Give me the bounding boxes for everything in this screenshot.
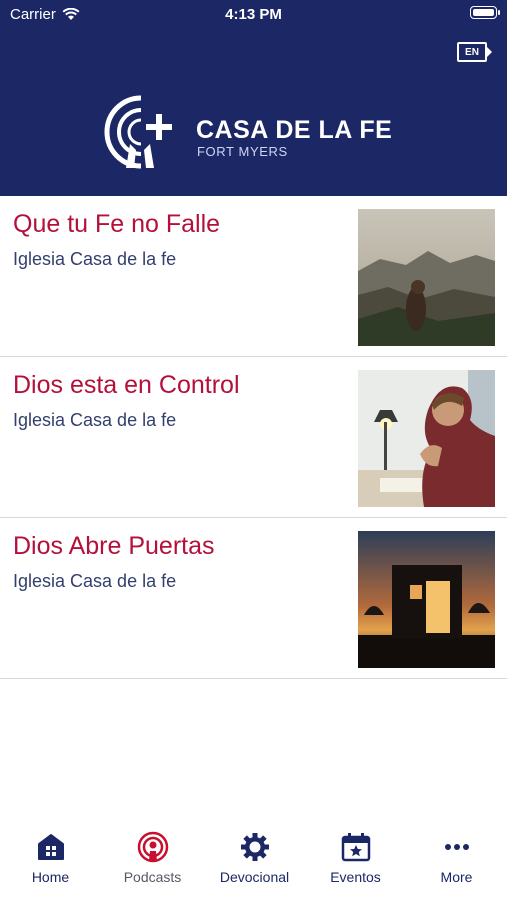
- more-dots-icon: [441, 831, 473, 863]
- status-time: 4:13 PM: [225, 6, 282, 23]
- status-bar: Carrier 4:13 PM: [0, 0, 507, 28]
- podcast-title: Que tu Fe no Falle: [13, 210, 221, 238]
- app-header: Carrier 4:13 PM EN CASA DE LA FE FORT MY…: [0, 0, 507, 196]
- tab-home-label: Home: [31, 869, 70, 885]
- church-name: CASA DE LA FE: [196, 116, 393, 144]
- tab-bar: Home Podcasts Devocional Eventos More: [0, 823, 507, 900]
- calendar-star-icon: [340, 831, 372, 863]
- podcast-title: Dios esta en Control: [13, 371, 240, 399]
- podcast-title: Dios Abre Puertas: [13, 532, 215, 560]
- church-location: FORT MYERS: [197, 144, 288, 159]
- podcast-author: Iglesia Casa de la fe: [13, 410, 177, 430]
- podcast-thumbnail: [358, 370, 495, 507]
- tab-eventos-label: Eventos: [330, 869, 381, 885]
- tab-podcasts-label: Podcasts: [123, 869, 182, 885]
- podcast-icon: [137, 831, 169, 863]
- battery-icon: [470, 6, 500, 19]
- tab-more[interactable]: More: [406, 831, 507, 893]
- gear-icon: [239, 831, 271, 863]
- church-logo-icon: [104, 95, 172, 169]
- church-logo: CASA DE LA FE FORT MYERS: [96, 92, 396, 172]
- tab-more-label: More: [440, 869, 473, 885]
- home-icon: [35, 831, 67, 863]
- podcast-list: Que tu Fe no Falle Iglesia Casa de la fe…: [0, 196, 507, 679]
- podcast-author: Iglesia Casa de la fe: [13, 571, 177, 591]
- podcast-item[interactable]: Que tu Fe no Falle Iglesia Casa de la fe: [0, 196, 507, 357]
- tab-podcasts[interactable]: Podcasts: [102, 831, 203, 893]
- podcast-item[interactable]: Dios esta en Control Iglesia Casa de la …: [0, 357, 507, 518]
- tab-devocional[interactable]: Devocional: [204, 831, 305, 893]
- podcast-thumbnail: [358, 531, 495, 668]
- podcast-thumbnail: [358, 209, 495, 346]
- tab-eventos[interactable]: Eventos: [305, 831, 406, 893]
- podcast-author: Iglesia Casa de la fe: [13, 249, 177, 269]
- podcast-item[interactable]: Dios Abre Puertas Iglesia Casa de la fe: [0, 518, 507, 679]
- tab-home[interactable]: Home: [0, 831, 101, 893]
- language-toggle-button[interactable]: EN: [457, 42, 492, 62]
- tab-devocional-label: Devocional: [219, 869, 290, 885]
